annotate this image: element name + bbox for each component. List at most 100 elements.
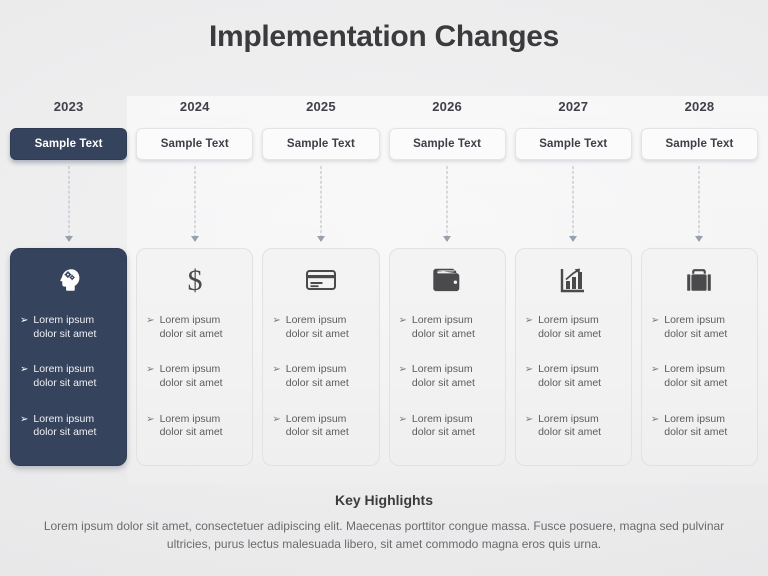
wallet-icon xyxy=(399,263,496,297)
sample-text-button-2026[interactable]: Sample Text xyxy=(388,128,506,160)
arrow-down-icon xyxy=(190,236,199,242)
bullet-text: Lorem ipsum dolor sit amet xyxy=(285,412,349,439)
bullet-arrow-icon: ➢ xyxy=(524,315,534,327)
content-card-2025[interactable]: ➢ Lorem ipsum dolor sit amet ➢ Lorem ipsum … xyxy=(262,248,380,466)
bullet-arrow-icon: ➢ xyxy=(272,413,281,425)
sample-text-button-2028[interactable]: Sample Text xyxy=(640,128,759,160)
dashed-connector-2024 xyxy=(136,160,253,248)
timeline-column-2027: 2027 Sample Text ➢ Lorem ipsum dolor sit am… xyxy=(514,96,632,466)
dashed-line xyxy=(572,166,574,238)
card-bullet-list: ➢ Lorem ipsum dolor sit amet ➢ Lorem ipsum … xyxy=(272,303,369,455)
bullet-text: Lorem ipsum dolor sit amet xyxy=(538,363,602,389)
card-bullet: ➢ Lorem ipsum dolor sit amet xyxy=(20,314,117,341)
key-highlights-title: Key Highlights xyxy=(334,492,433,508)
dashed-line xyxy=(446,166,448,238)
svg-text:$: $ xyxy=(187,265,202,295)
dashed-line xyxy=(320,166,322,238)
bullet-arrow-icon: ➢ xyxy=(398,364,407,376)
content-card-2027[interactable]: ➢ Lorem ipsum dolor sit amet ➢ Lorem ipsum … xyxy=(514,248,632,466)
bullet-text: Lorem ipsum dolor sit amet xyxy=(538,314,602,340)
dashed-line xyxy=(698,166,700,238)
bullet-text: Lorem ipsum dolor sit amet xyxy=(664,412,728,439)
dashed-line xyxy=(194,166,196,238)
bullet-arrow-icon: ➢ xyxy=(146,315,155,327)
card-bullet: ➢ Lorem ipsum dolor sit amet xyxy=(651,363,748,390)
bar-chart-growth-icon xyxy=(525,263,622,297)
timeline-column-2028: 2028 Sample Text ➢ Lorem ipsum dolor sit am… xyxy=(640,96,759,466)
year-label-2024: 2024 xyxy=(179,99,210,114)
card-bullet: ➢ Lorem ipsum dolor sit amet xyxy=(272,363,369,390)
dashed-connector-2026 xyxy=(389,160,506,248)
card-bullet: ➢ Lorem ipsum dolor sit amet xyxy=(525,363,622,390)
bullet-arrow-icon: ➢ xyxy=(272,315,281,327)
card-bullet: ➢ Lorem ipsum dolor sit amet xyxy=(20,413,117,440)
dashed-connector-2025 xyxy=(262,160,379,248)
card-bullet: ➢ Lorem ipsum dolor sit amet xyxy=(272,413,369,440)
content-card-2028[interactable]: ➢ Lorem ipsum dolor sit amet ➢ Lorem ipsum … xyxy=(640,248,759,466)
card-bullet: ➢ Lorem ipsum dolor sit amet xyxy=(146,314,243,341)
card-bullet: ➢ Lorem ipsum dolor sit amet xyxy=(399,413,496,440)
sample-text-button-2025[interactable]: Sample Text xyxy=(262,128,380,160)
timeline-column-2023: 2023 Sample Text ➢ Lorem ipsum dolor sit am… xyxy=(10,96,128,466)
dashed-connector-2028 xyxy=(641,160,758,248)
credit-card-icon xyxy=(272,263,369,297)
bullet-arrow-icon: ➢ xyxy=(20,413,29,425)
bullet-arrow-icon: ➢ xyxy=(650,413,660,425)
bullet-arrow-icon: ➢ xyxy=(272,364,281,376)
card-bullet: ➢ Lorem ipsum dolor sit amet xyxy=(651,413,748,440)
bullet-text: Lorem ipsum dolor sit amet xyxy=(538,412,602,439)
sample-text-button-2027[interactable]: Sample Text xyxy=(514,128,632,160)
dashed-connector-2027 xyxy=(515,160,632,248)
timeline-column-2026: 2026 Sample Text ➢ Lorem ipsum dolor sit am… xyxy=(388,96,506,466)
timeline-column-2025: 2025 Sample Text ➢ Lorem ipsum dolor sit am… xyxy=(262,96,380,466)
bullet-text: Lorem ipsum dolor sit amet xyxy=(664,314,728,340)
bullet-text: Lorem ipsum dolor sit amet xyxy=(159,412,223,439)
content-card-2023[interactable]: ➢ Lorem ipsum dolor sit amet ➢ Lorem ipsum … xyxy=(10,248,128,466)
bullet-text: Lorem ipsum dolor sit amet xyxy=(33,363,97,389)
bullet-arrow-icon: ➢ xyxy=(524,413,534,425)
dashed-connector-2023 xyxy=(10,160,127,248)
bullet-text: Lorem ipsum dolor sit amet xyxy=(664,363,728,389)
card-bullet: ➢ Lorem ipsum dolor sit amet xyxy=(399,363,496,390)
timeline-columns: 2023 Sample Text ➢ Lorem ipsum dolor sit am… xyxy=(10,96,759,466)
arrow-down-icon xyxy=(316,236,325,242)
slide-canvas: Implementation Changes 2023 Sample Text ➢ L… xyxy=(0,0,768,576)
arrow-down-icon xyxy=(64,236,73,242)
timeline-column-2024: 2024 Sample Text $ ➢ Lorem ipsum dolor sit a… xyxy=(136,96,254,466)
card-bullet-list: ➢ Lorem ipsum dolor sit amet ➢ Lorem ipsum … xyxy=(525,303,622,455)
card-bullet-list: ➢ Lorem ipsum dolor sit amet ➢ Lorem ipsum … xyxy=(20,303,117,455)
content-card-2026[interactable]: ➢ Lorem ipsum dolor sit amet ➢ Lorem ipsum … xyxy=(388,248,506,466)
bullet-text: Lorem ipsum dolor sit amet xyxy=(285,314,349,340)
year-label-2023: 2023 xyxy=(53,99,84,114)
sample-text-button-2023[interactable]: Sample Text xyxy=(10,128,128,160)
card-bullet: ➢ Lorem ipsum dolor sit amet xyxy=(146,363,243,390)
bullet-text: Lorem ipsum dolor sit amet xyxy=(411,363,475,389)
page-title: Implementation Changes xyxy=(208,20,560,53)
year-label-2026: 2026 xyxy=(432,99,462,114)
bullet-text: Lorem ipsum dolor sit amet xyxy=(285,363,349,389)
arrow-down-icon xyxy=(443,236,452,242)
card-bullet: ➢ Lorem ipsum dolor sit amet xyxy=(525,413,622,440)
bullet-arrow-icon: ➢ xyxy=(146,364,155,376)
content-card-2024[interactable]: $ ➢ Lorem ipsum dolor sit amet ➢ Lorem ipsum… xyxy=(136,248,254,466)
arrow-down-icon xyxy=(569,236,578,242)
bullet-arrow-icon: ➢ xyxy=(20,315,29,327)
dashed-line xyxy=(68,166,70,238)
year-label-2025: 2025 xyxy=(306,99,336,114)
sample-text-button-2024[interactable]: Sample Text xyxy=(136,128,254,160)
key-highlights-body: Lorem ipsum dolor sit amet, consectetuer… xyxy=(43,519,725,551)
bullet-text: Lorem ipsum dolor sit amet xyxy=(159,314,223,340)
card-bullet: ➢ Lorem ipsum dolor sit amet xyxy=(525,314,622,341)
bullet-arrow-icon: ➢ xyxy=(146,413,155,425)
bullet-text: Lorem ipsum dolor sit amet xyxy=(411,412,475,439)
card-bullet: ➢ Lorem ipsum dolor sit amet xyxy=(146,413,243,440)
key-highlights-section: Key Highlights Lorem ipsum dolor sit ame… xyxy=(0,492,768,553)
bullet-text: Lorem ipsum dolor sit amet xyxy=(33,314,97,340)
head-gears-icon xyxy=(20,263,117,297)
bullet-text: Lorem ipsum dolor sit amet xyxy=(159,363,223,389)
bullet-arrow-icon: ➢ xyxy=(524,364,534,376)
card-bullet: ➢ Lorem ipsum dolor sit amet xyxy=(272,314,369,341)
bullet-text: Lorem ipsum dolor sit amet xyxy=(33,412,97,439)
card-bullet-list: ➢ Lorem ipsum dolor sit amet ➢ Lorem ipsum … xyxy=(651,303,748,455)
card-bullet: ➢ Lorem ipsum dolor sit amet xyxy=(399,314,496,341)
